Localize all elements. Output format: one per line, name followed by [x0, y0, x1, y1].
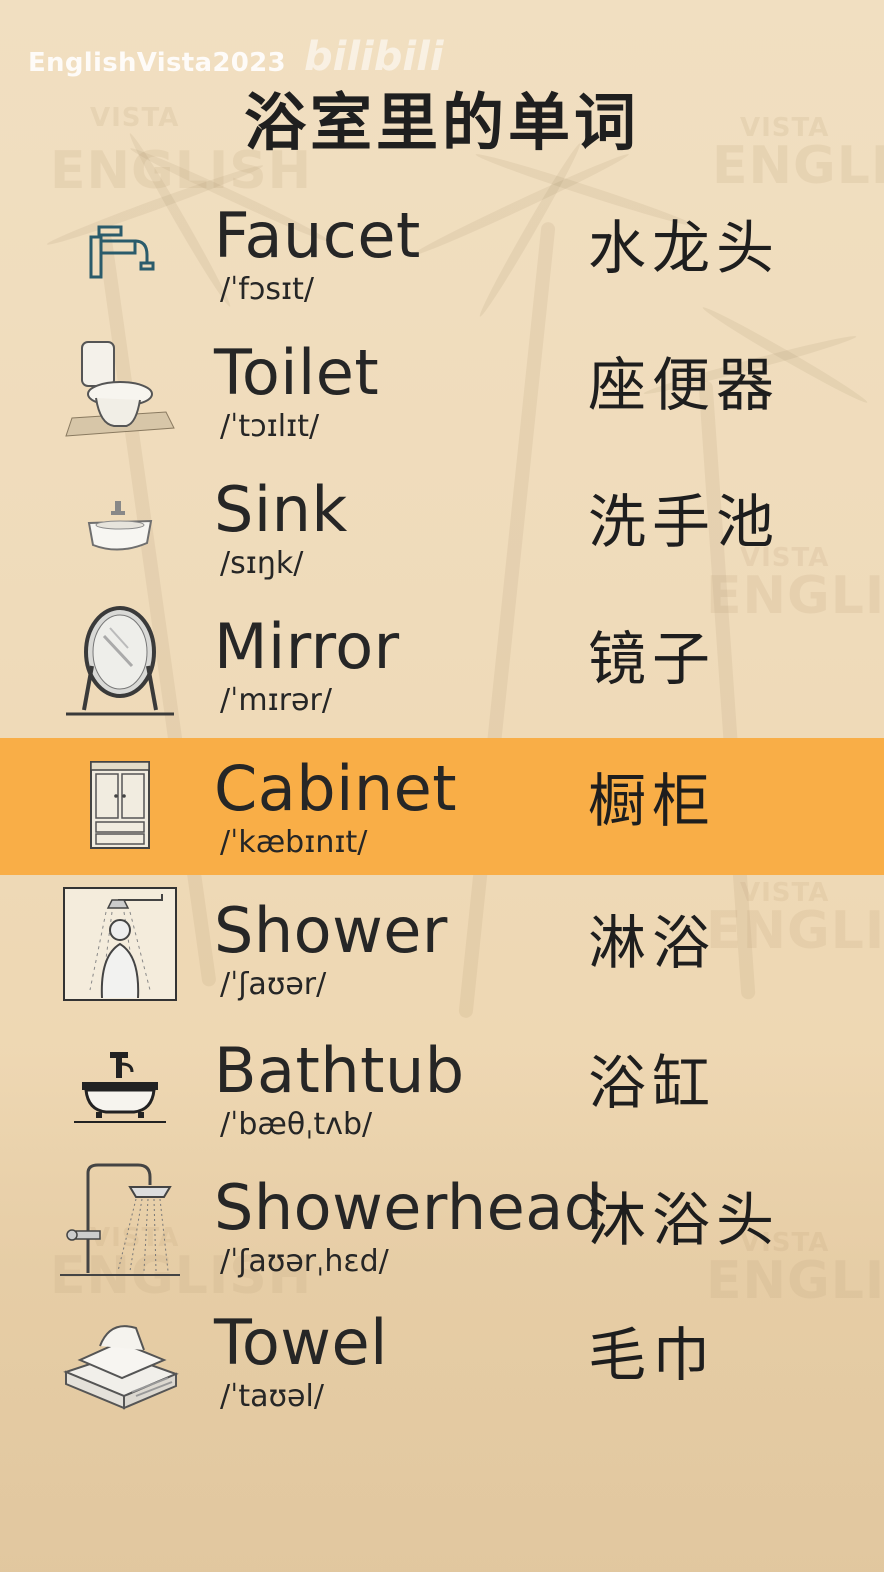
towel-icon — [58, 1300, 182, 1420]
phonetic-transcription: /ˈtaʊəl/ — [220, 1379, 324, 1414]
chinese-translation: 淋浴 — [588, 909, 717, 977]
english-word: Shower — [214, 894, 448, 967]
english-word: Bathtub — [214, 1034, 465, 1107]
vocab-row-bathtub: Bathtub /ˈbæθˌtʌb/ 浴缸 — [0, 1020, 884, 1157]
vocab-row-shower: Shower /ˈʃaʊər/ 淋浴 — [0, 880, 884, 1017]
vocab-row-toilet: Toilet /ˈtɔɪlɪt/ 座便器 — [0, 322, 884, 459]
phonetic-transcription: /ˈbæθˌtʌb/ — [220, 1107, 373, 1142]
english-word: Cabinet — [214, 752, 458, 825]
faucet-icon — [58, 193, 182, 313]
shower-icon — [58, 884, 182, 1004]
phonetic-transcription: /ˈfɔsɪt/ — [220, 272, 315, 307]
vocab-row-cabinet: Cabinet /ˈkæbɪnɪt/ 橱柜 — [0, 738, 884, 875]
vocab-row-faucet: Faucet /ˈfɔsɪt/ 水龙头 — [0, 185, 884, 322]
bathtub-icon — [58, 1028, 182, 1148]
english-word: Toilet — [214, 336, 380, 409]
vocab-row-towel: Towel /ˈtaʊəl/ 毛巾 — [0, 1292, 884, 1429]
phonetic-transcription: /ˈkæbɪnɪt/ — [220, 825, 368, 860]
vocab-row-mirror: Mirror /ˈmɪrər/ 镜子 — [0, 596, 884, 733]
english-word: Faucet — [214, 199, 421, 272]
showerhead-icon — [58, 1161, 182, 1281]
cabinet-icon — [58, 746, 182, 866]
chinese-translation: 镜子 — [588, 625, 717, 693]
phonetic-transcription: /ˈʃaʊərˌhɛd/ — [220, 1244, 389, 1279]
phonetic-transcription: /sɪŋk/ — [220, 546, 304, 581]
chinese-translation: 洗手池 — [588, 488, 781, 556]
phonetic-transcription: /ˈʃaʊər/ — [220, 967, 327, 1002]
phonetic-transcription: /ˈtɔɪlɪt/ — [220, 409, 320, 444]
vocab-row-sink: Sink /sɪŋk/ 洗手池 — [0, 459, 884, 596]
english-word: Mirror — [214, 610, 400, 683]
chinese-translation: 座便器 — [588, 351, 781, 419]
chinese-translation: 毛巾 — [588, 1321, 717, 1389]
page-title: 浴室里的单词 — [243, 86, 640, 159]
vocab-row-showerhead: Showerhead /ˈʃaʊərˌhɛd/ 沐浴头 — [0, 1157, 884, 1294]
sink-icon — [58, 467, 182, 587]
toilet-icon — [58, 330, 182, 450]
phonetic-transcription: /ˈmɪrər/ — [220, 683, 332, 718]
english-word: Sink — [214, 473, 348, 546]
english-word: Towel — [214, 1306, 388, 1379]
chinese-translation: 浴缸 — [588, 1049, 717, 1117]
chinese-translation: 橱柜 — [588, 767, 717, 835]
chinese-translation: 沐浴头 — [588, 1186, 781, 1254]
chinese-translation: 水龙头 — [588, 214, 781, 282]
mirror-icon — [58, 604, 182, 724]
english-word: Showerhead — [214, 1171, 604, 1244]
